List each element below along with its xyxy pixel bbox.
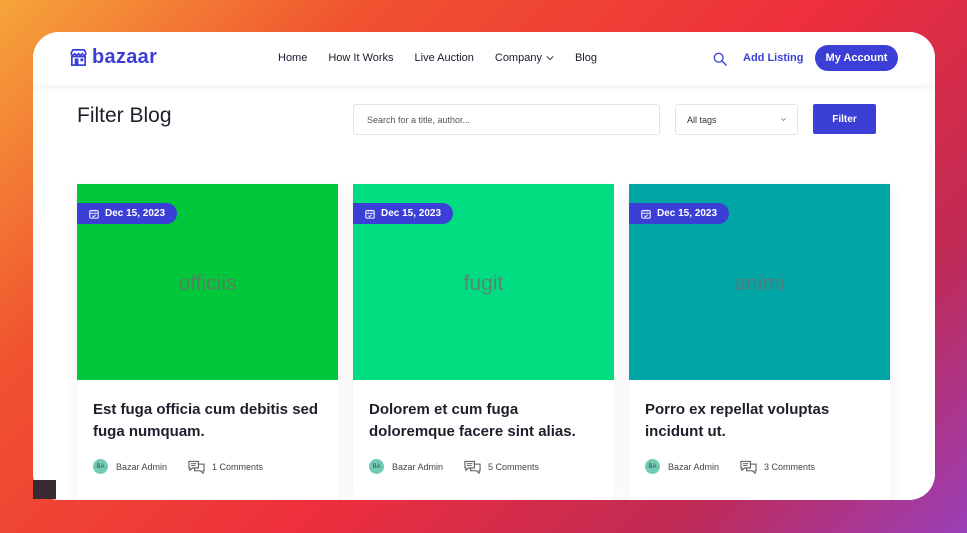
comments-icon [188, 460, 205, 474]
tags-select-value: All tags [687, 114, 717, 125]
calendar-icon [89, 209, 99, 219]
tags-select[interactable]: All tags [675, 104, 798, 135]
comment-count: 5 Comments [488, 461, 540, 472]
search-icon[interactable] [713, 52, 727, 66]
main-nav: Home How It Works Live Auction Company B… [278, 52, 618, 64]
brand-name: bazaar [92, 46, 158, 68]
date-badge: Dec 15, 2023 [353, 203, 454, 224]
post-meta: BA Bazar Admin 1 Comments [93, 459, 263, 474]
comments-icon [740, 460, 757, 474]
storefront-icon [70, 49, 87, 66]
chevron-down-icon [781, 118, 786, 122]
author-name: Bazar Admin [668, 461, 720, 472]
post-meta: BA Bazar Admin 5 Comments [369, 459, 539, 474]
comments-icon [464, 460, 481, 474]
blog-card[interactable]: animi Dec 15, 2023 Porro ex repellat vol… [629, 184, 890, 500]
post-title[interactable]: Est fuga officia cum debitis sed fuga nu… [93, 399, 328, 443]
post-meta: BA Bazar Admin 3 Comments [645, 459, 815, 474]
post-title[interactable]: Porro ex repellat voluptas incidunt ut. [645, 399, 880, 443]
card-image: officiis Dec 15, 2023 [77, 184, 338, 380]
nav-live-auction[interactable]: Live Auction [415, 52, 474, 64]
card-image: animi Dec 15, 2023 [629, 184, 890, 380]
nav-company-label: Company [494, 52, 542, 64]
nav-company[interactable]: Company [495, 52, 554, 64]
brand-logo[interactable]: bazaar [69, 46, 157, 69]
card-image-text: animi [734, 272, 785, 295]
post-date: Dec 15, 2023 [381, 208, 442, 219]
card-image-text: officiis [178, 272, 237, 295]
page-title: Filter Blog [77, 104, 172, 127]
blog-card[interactable]: fugit Dec 15, 2023 Dolorem et cum fuga d… [353, 184, 614, 500]
card-image-text: fugit [463, 272, 504, 295]
browser-frame: bazaar Home How It Works Live Auction Co… [33, 32, 935, 500]
avatar: BA [369, 459, 384, 474]
avatar: BA [93, 459, 108, 474]
blog-card[interactable]: officiis Dec 15, 2023 Est fuga officia c… [77, 184, 338, 500]
date-badge: Dec 15, 2023 [629, 203, 730, 224]
chevron-down-icon [546, 56, 554, 61]
top-navbar: bazaar Home How It Works Live Auction Co… [33, 32, 935, 85]
nav-home-label: Home [278, 52, 308, 64]
nav-how-it-works[interactable]: How It Works [328, 52, 393, 64]
add-listing-link[interactable]: Add Listing [743, 52, 804, 64]
nav-live-auction-label: Live Auction [414, 52, 474, 64]
calendar-icon [641, 209, 651, 219]
date-badge: Dec 15, 2023 [77, 203, 178, 224]
filter-button[interactable]: Filter [813, 104, 876, 134]
nav-how-it-works-label: How It Works [328, 52, 394, 64]
nav-home[interactable]: Home [278, 52, 307, 64]
blog-search-input[interactable] [353, 104, 660, 135]
calendar-icon [365, 209, 375, 219]
comment-count: 3 Comments [764, 461, 816, 472]
avatar: BA [645, 459, 660, 474]
nav-blog[interactable]: Blog [575, 52, 597, 64]
nav-blog-label: Blog [574, 52, 597, 64]
card-image: fugit Dec 15, 2023 [353, 184, 614, 380]
author-name: Bazar Admin [392, 461, 444, 472]
post-title[interactable]: Dolorem et cum fuga doloremque facere si… [369, 399, 604, 443]
my-account-button[interactable]: My Account [815, 45, 898, 71]
author-name: Bazar Admin [116, 461, 168, 472]
comment-count: 1 Comments [212, 461, 264, 472]
corner-thumbnail [33, 480, 56, 499]
post-date: Dec 15, 2023 [657, 208, 718, 219]
post-date: Dec 15, 2023 [105, 208, 166, 219]
